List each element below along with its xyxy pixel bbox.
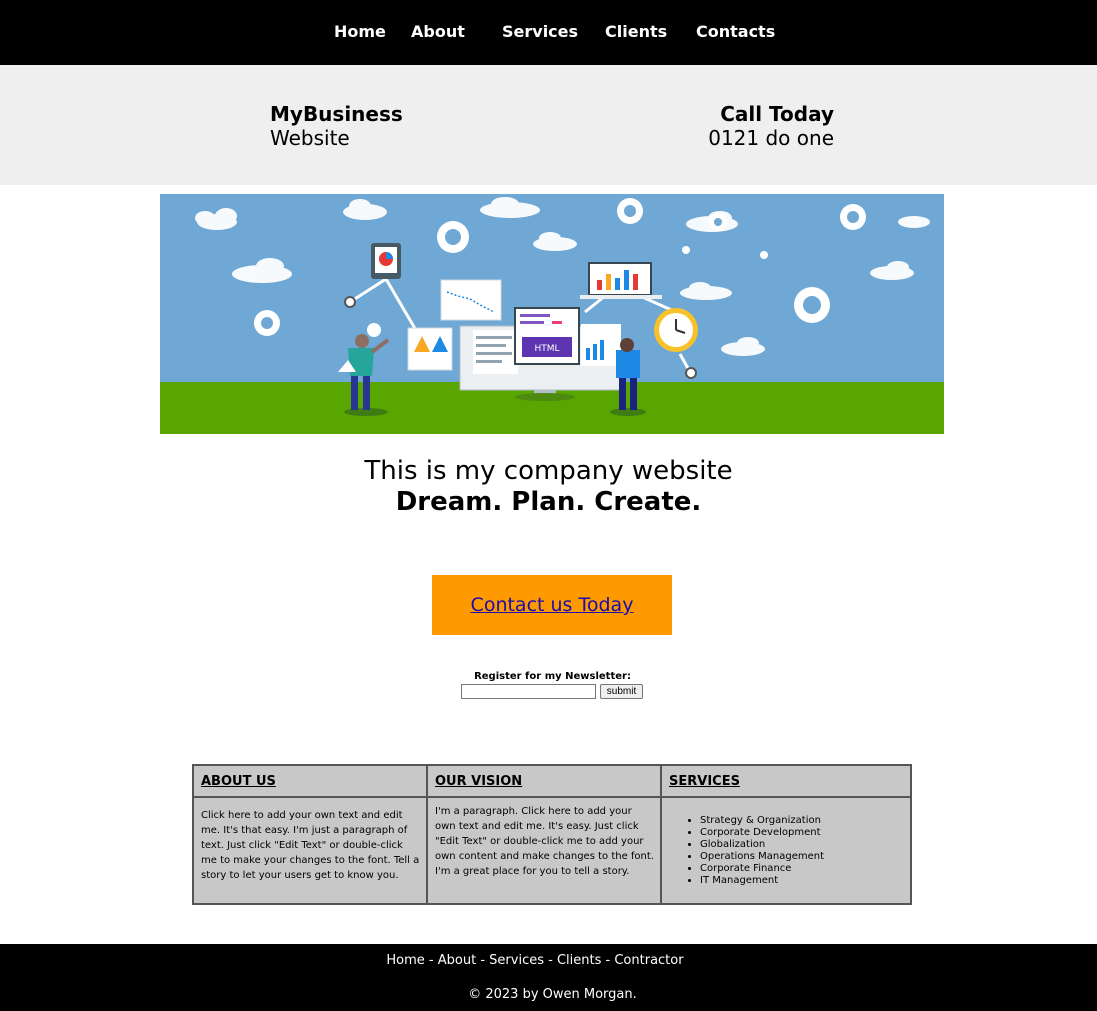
company-tagline: This is my company website <box>364 456 733 486</box>
footer-link-about[interactable]: About <box>438 953 476 968</box>
footer-separator: - <box>601 953 615 968</box>
list-item: Corporate Finance <box>700 863 824 875</box>
contact-us-link[interactable]: Contact us Today <box>471 594 634 616</box>
nav-services[interactable]: Services <box>502 22 578 42</box>
services-column: SERVICES Strategy & Organization Corpora… <box>660 766 910 903</box>
footer-separator: - <box>476 953 490 968</box>
list-item: Globalization <box>700 839 824 851</box>
footer-link-contractor[interactable]: Contractor <box>614 953 683 968</box>
top-nav: Home About Services Clients Contacts <box>0 0 1097 65</box>
footer-link-home[interactable]: Home <box>386 953 424 968</box>
our-vision-heading: OUR VISION <box>435 774 523 789</box>
list-item: Corporate Development <box>700 827 824 839</box>
services-list: Strategy & Organization Corporate Develo… <box>700 815 824 887</box>
list-item: Operations Management <box>700 851 824 863</box>
nav-home[interactable]: Home <box>334 22 386 42</box>
newsletter-email-input[interactable] <box>461 684 596 699</box>
about-us-header: ABOUT US <box>194 766 426 798</box>
nav-about[interactable]: About <box>411 22 465 42</box>
info-table: ABOUT US Click here to add your own text… <box>192 764 912 905</box>
newsletter-submit-button[interactable]: submit <box>600 684 643 699</box>
our-vision-text: I'm a paragraph. Click here to add your … <box>435 806 654 877</box>
footer-links: Home - About - Services - Clients - Cont… <box>0 953 1070 969</box>
footer-link-services[interactable]: Services <box>489 953 544 968</box>
nav-clients[interactable]: Clients <box>605 22 667 42</box>
about-us-heading: ABOUT US <box>201 774 276 789</box>
footer-separator: - <box>424 953 438 968</box>
header-band: MyBusiness Website Call Today 0121 do on… <box>0 65 1097 185</box>
newsletter-label: Register for my Newsletter: <box>474 671 631 682</box>
footer-link-clients[interactable]: Clients <box>557 953 601 968</box>
about-us-text: Click here to add your own text and edit… <box>201 810 420 881</box>
brand-title: MyBusiness <box>270 102 403 126</box>
hero-illustration: HTML <box>160 194 944 434</box>
call-today-title: Call Today <box>720 102 834 126</box>
phone-number: 0121 do one <box>708 126 834 150</box>
about-us-column: ABOUT US Click here to add your own text… <box>194 766 426 903</box>
list-item: Strategy & Organization <box>700 815 824 827</box>
brand-subtitle: Website <box>270 126 350 150</box>
services-heading: SERVICES <box>669 774 740 789</box>
our-vision-column: OUR VISION I'm a paragraph. Click here t… <box>426 766 660 903</box>
company-motto: Dream. Plan. Create. <box>395 487 702 517</box>
list-item: IT Management <box>700 875 824 887</box>
contact-cta-box: Contact us Today <box>432 575 672 635</box>
our-vision-header: OUR VISION <box>428 766 660 798</box>
copyright-notice: © 2023 by Owen Morgan. <box>468 987 637 1002</box>
footer-separator: - <box>544 953 557 968</box>
hero-html-badge: HTML <box>534 344 559 354</box>
footer: Home - About - Services - Clients - Cont… <box>0 944 1097 1011</box>
nav-contacts[interactable]: Contacts <box>696 22 775 42</box>
services-header: SERVICES <box>662 766 910 798</box>
